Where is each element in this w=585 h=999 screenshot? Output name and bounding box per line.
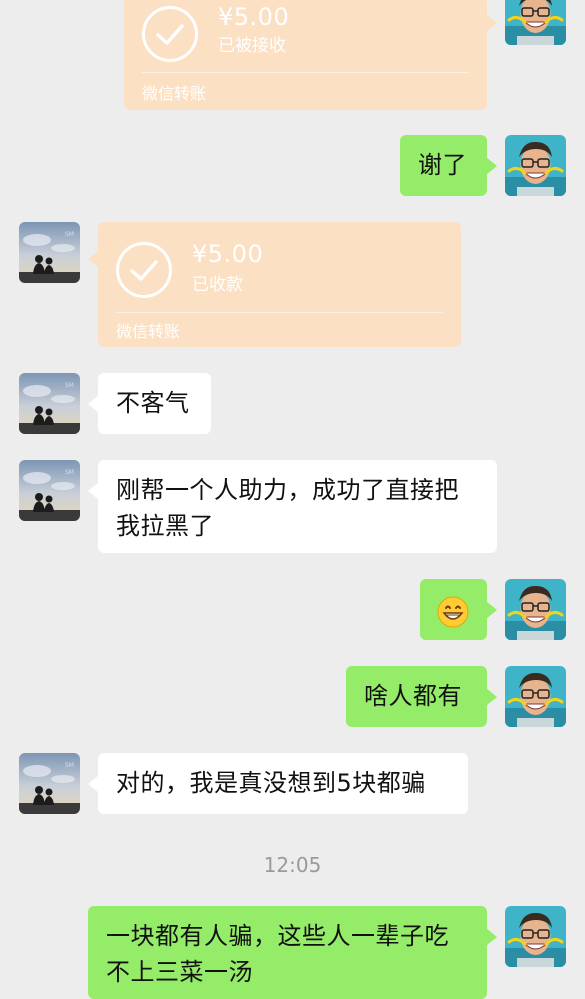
friend-avatar-image — [19, 460, 80, 521]
transfer-label: 微信转账 — [142, 84, 207, 103]
message-bubble-received[interactable]: 刚帮一个人助力，成功了直接把我拉黑了 — [88, 460, 497, 553]
message-bubble-sent[interactable]: 谢了 — [400, 135, 497, 196]
friend-avatar[interactable] — [19, 460, 80, 521]
transfer-divider — [116, 312, 443, 313]
transfer-divider — [142, 72, 469, 73]
message-text: 谢了 — [418, 151, 467, 179]
my-avatar-image — [505, 135, 566, 196]
my-avatar[interactable] — [505, 135, 566, 196]
message-text: 不客气 — [116, 389, 190, 417]
my-avatar-image — [505, 579, 566, 640]
message-bubble-sent[interactable]: 啥人都有 — [346, 666, 497, 727]
grinning-face-emoji-icon — [437, 596, 469, 628]
friend-avatar-image — [19, 373, 80, 434]
message-bubble-sent[interactable]: 一块都有人骗，这些人一辈子吃不上三菜一汤 — [88, 906, 497, 999]
friend-avatar-image — [19, 753, 80, 814]
my-avatar[interactable] — [505, 0, 566, 45]
transfer-amount: ¥5.00 — [218, 3, 290, 31]
message-text: 对的，我是真没想到5块都骗 — [116, 769, 426, 797]
check-circle-icon — [142, 6, 198, 62]
friend-avatar[interactable] — [19, 753, 80, 814]
message-text: 啥人都有 — [364, 682, 462, 710]
check-circle-icon — [116, 242, 172, 298]
transfer-status: 已收款 — [192, 275, 243, 295]
friend-avatar[interactable] — [19, 373, 80, 434]
my-avatar[interactable] — [505, 666, 566, 727]
transfer-status: 已被接收 — [218, 36, 286, 56]
my-avatar[interactable] — [505, 579, 566, 640]
transfer-card-sent[interactable]: ¥5.00 已被接收 微信转账 — [124, 0, 497, 110]
transfer-amount: ¥5.00 — [192, 240, 264, 268]
message-text: 刚帮一个人助力，成功了直接把我拉黑了 — [116, 476, 459, 540]
message-bubble-sent[interactable] — [420, 579, 497, 640]
friend-avatar-image — [19, 222, 80, 283]
chat-timestamp: 12:05 — [263, 853, 322, 877]
message-bubble-received[interactable]: 不客气 — [88, 373, 211, 434]
my-avatar-image — [505, 906, 566, 967]
my-avatar-image — [505, 0, 566, 45]
friend-avatar[interactable] — [19, 222, 80, 283]
transfer-card-received[interactable]: ¥5.00 已收款 微信转账 — [88, 222, 461, 347]
my-avatar-image — [505, 666, 566, 727]
message-bubble-received[interactable]: 对的，我是真没想到5块都骗 — [88, 753, 468, 814]
message-text: 一块都有人骗，这些人一辈子吃不上三菜一汤 — [106, 922, 449, 986]
my-avatar[interactable] — [505, 906, 566, 967]
transfer-label: 微信转账 — [116, 322, 181, 341]
